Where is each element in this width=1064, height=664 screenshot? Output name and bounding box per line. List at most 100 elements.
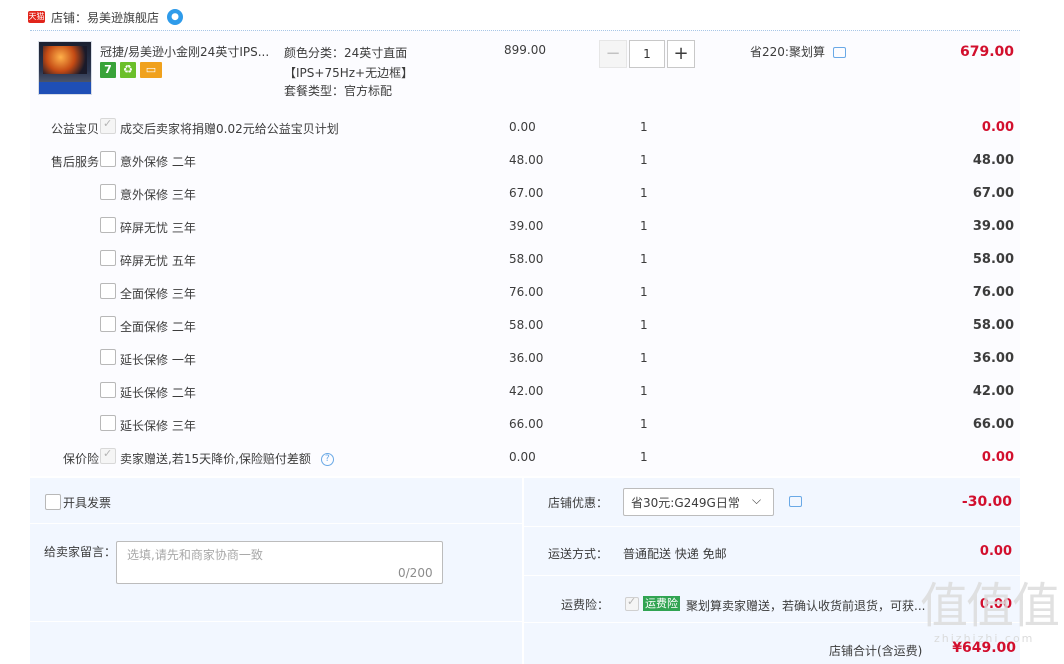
service-price: 36.00 (509, 351, 544, 365)
freight-insurance-checkbox[interactable] (625, 595, 639, 611)
service-price: 39.00 (509, 219, 544, 233)
service-row: 碎屏无忧 三年 39.00 1 39.00 (30, 210, 1020, 243)
shop-discount-value[interactable]: 省30元:G249G日常 (631, 494, 740, 511)
service-checkbox[interactable] (100, 184, 116, 200)
service-row: 碎屏无忧 五年 58.00 1 58.00 (30, 243, 1020, 276)
quantity-plus-button[interactable]: + (667, 40, 695, 68)
service-checkbox[interactable] (100, 415, 116, 431)
tmall-logo-icon: 天猫 (28, 11, 45, 23)
service-checkbox[interactable] (100, 382, 116, 398)
service-total: 67.00 (972, 186, 1014, 201)
service-row: 全面保修 二年 58.00 1 58.00 (30, 309, 1020, 342)
chevron-down-icon[interactable]: ⌵ (752, 493, 761, 508)
seven-day-return-icon: 7 (100, 62, 116, 78)
product-unit-price: 899.00 (504, 43, 546, 57)
service-row: 公益宝贝 成交后卖家将捐赠0.02元给公益宝贝计划 0.00 1 0.00 (30, 111, 1020, 144)
freight-insurance-desc: 聚划算卖家赠送，若确认收货前退货，可获... (686, 599, 926, 613)
service-price: 67.00 (509, 186, 544, 200)
service-row: 意外保修 三年 67.00 1 67.00 (30, 177, 1020, 210)
comment-icon[interactable] (833, 47, 846, 58)
seller-message-label: 给卖家留言： (44, 545, 117, 559)
service-checkbox[interactable] (100, 349, 116, 365)
product-title-link[interactable]: 冠捷/易美逊小金刚24英寸IPS... (100, 43, 272, 60)
freight-insurance-label: 运费险： (561, 598, 610, 612)
monitor-screen-art (43, 46, 87, 74)
watermark-url: zhizhizhi.com (934, 632, 1035, 645)
shop-total-label: 店铺合计(含运费) (829, 644, 923, 658)
monitor-base-art (39, 82, 91, 94)
service-qty: 1 (640, 153, 648, 167)
product-package: 套餐类型：官方标配 (284, 84, 393, 98)
divider (524, 526, 1020, 527)
divider (524, 575, 1020, 576)
service-qty: 1 (640, 384, 648, 398)
service-total: 76.00 (972, 285, 1014, 300)
green-service-icon: ♻ (120, 62, 136, 78)
service-qty: 1 (640, 417, 648, 431)
service-row: 售后服务 意外保修 二年 48.00 1 48.00 (30, 144, 1020, 177)
freight-insurance-badge: 运费险 (643, 596, 680, 611)
quantity-stepper: − 1 + (599, 40, 695, 68)
service-total: 36.00 (972, 351, 1014, 366)
help-icon[interactable]: ? (320, 453, 334, 466)
service-checkbox[interactable] (100, 447, 116, 464)
service-checkbox[interactable] (100, 250, 116, 266)
divider (30, 621, 522, 622)
service-name: 全面保修 二年 (120, 320, 196, 334)
service-price: 48.00 (509, 153, 544, 167)
service-checkbox[interactable] (100, 217, 116, 233)
invoice-label[interactable]: 开具发票 (63, 494, 111, 511)
service-qty: 1 (640, 219, 648, 233)
service-qty: 1 (640, 252, 648, 266)
service-name: 卖家赠送,若15天降价,保险赔付差额? (120, 450, 334, 467)
service-qty: 1 (640, 186, 648, 200)
service-name: 意外保修 三年 (120, 188, 196, 202)
service-name: 成交后卖家将捐赠0.02元给公益宝贝计划 (120, 122, 339, 136)
service-category: 售后服务 (50, 155, 99, 169)
service-checkbox[interactable] (100, 117, 116, 134)
shipping-label: 运送方式： (548, 547, 609, 561)
service-price: 58.00 (509, 318, 544, 332)
service-price: 58.00 (509, 252, 544, 266)
service-price: 42.00 (509, 384, 544, 398)
seller-message-counter: 0/200 (398, 566, 433, 580)
service-qty: 1 (640, 450, 648, 464)
service-checkbox[interactable] (100, 283, 116, 299)
service-name: 意外保修 二年 (120, 155, 196, 169)
service-row: 保价险 卖家赠送,若15天降价,保险赔付差额? 0.00 1 0.00 (30, 441, 1020, 474)
service-price: 0.00 (509, 450, 536, 464)
service-name: 碎屏无忧 三年 (120, 221, 196, 235)
service-total: 42.00 (972, 384, 1014, 399)
product-sku: 颜色分类：24英寸直面【IPS+75Hz+无边框】 (284, 46, 414, 80)
comment-icon[interactable] (789, 496, 802, 507)
service-total: 39.00 (972, 219, 1014, 234)
shop-discount-amount: -30.00 (961, 494, 1012, 510)
quantity-minus-button[interactable]: − (599, 40, 627, 68)
shop-header: 天猫 店铺：易美逊旗舰店 ● (28, 6, 184, 28)
service-row: 延长保修 三年 66.00 1 66.00 (30, 408, 1020, 441)
service-checkbox[interactable] (100, 316, 116, 332)
seller-message-placeholder: 选填,请先和商家协商一致 (127, 548, 263, 562)
service-name: 延长保修 三年 (120, 419, 196, 433)
wangwang-chat-icon[interactable]: ● (167, 9, 184, 25)
shop-name[interactable]: 店铺：易美逊旗舰店 (51, 9, 159, 26)
service-name: 延长保修 一年 (120, 353, 196, 367)
service-qty: 1 (640, 351, 648, 365)
service-total: 66.00 (972, 417, 1014, 432)
service-name: 全面保修 三年 (120, 287, 196, 301)
service-name: 延长保修 二年 (120, 386, 196, 400)
service-total: 58.00 (972, 318, 1014, 333)
service-row: 全面保修 三年 76.00 1 76.00 (30, 276, 1020, 309)
service-category: 公益宝贝 (50, 122, 99, 136)
shipping-amount: 0.00 (979, 544, 1012, 559)
service-name: 碎屏无忧 五年 (120, 254, 196, 268)
service-total: 0.00 (981, 120, 1014, 135)
product-image[interactable] (38, 41, 92, 95)
invoice-checkbox[interactable] (45, 494, 61, 510)
shop-discount-label: 店铺优惠： (548, 496, 609, 510)
quantity-input[interactable]: 1 (629, 40, 665, 68)
service-total: 48.00 (972, 153, 1014, 168)
promo-discount-text: 省220:聚划算 (750, 45, 825, 59)
service-checkbox[interactable] (100, 151, 116, 167)
service-price: 0.00 (509, 120, 536, 134)
